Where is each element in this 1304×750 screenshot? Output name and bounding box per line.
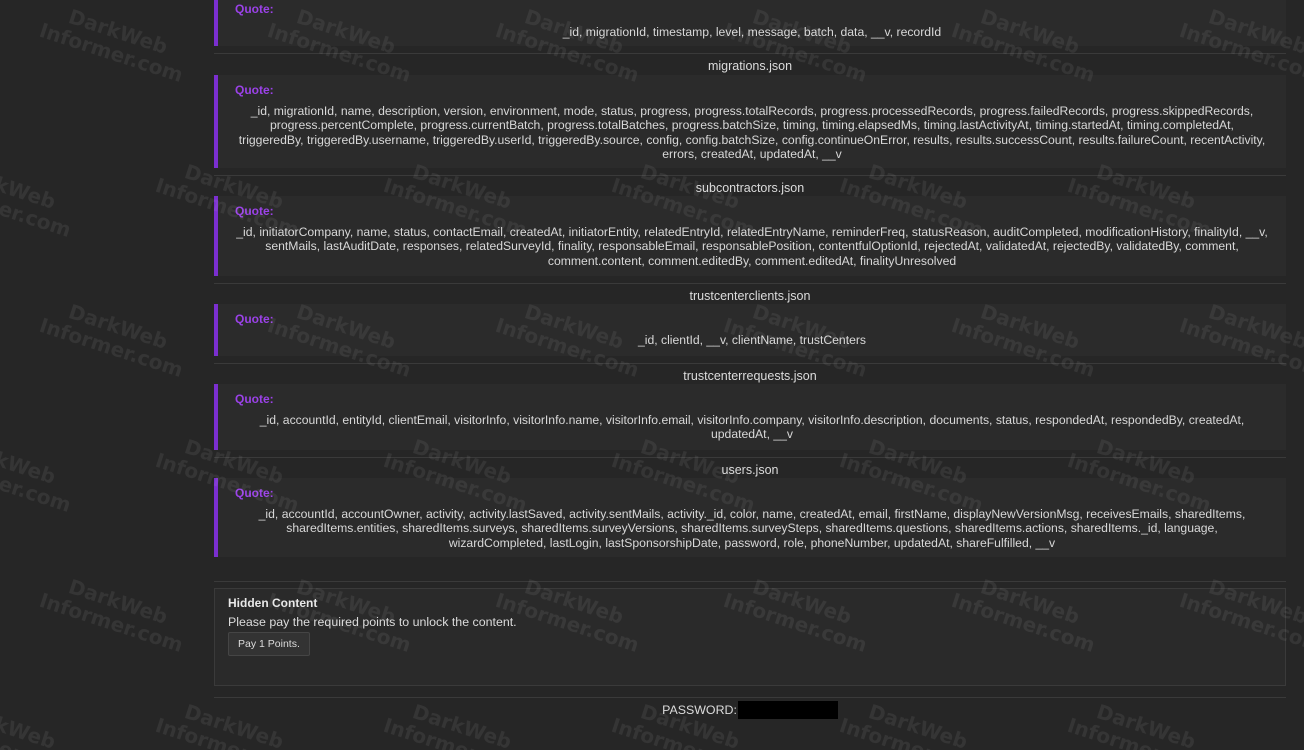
password-redacted bbox=[737, 700, 838, 719]
divider bbox=[214, 581, 1286, 582]
filename-label: users.json bbox=[721, 463, 779, 477]
quote-text: _id, initiatorCompany, name, status, con… bbox=[236, 225, 1268, 268]
quote-block: Quote: _id, migrationId, timestamp, leve… bbox=[214, 0, 1286, 46]
watermark-text: DarkWebInformer.com bbox=[36, 299, 187, 382]
watermark-text: DarkWebInformer.com bbox=[36, 4, 187, 87]
watermark-text: DarkWebInformer.com bbox=[36, 574, 187, 657]
watermark-text: DarkWebInformer.com bbox=[0, 159, 75, 242]
password-label: PASSWORD: bbox=[662, 703, 737, 717]
filename-label: subcontractors.json bbox=[695, 181, 805, 195]
filename-label: trustcenterclients.json bbox=[689, 289, 811, 303]
divider bbox=[214, 363, 1286, 364]
quote-label: Quote: bbox=[235, 486, 274, 500]
divider bbox=[214, 175, 1286, 176]
quote-block: Quote: _id, accountId, entityId, clientE… bbox=[214, 384, 1286, 450]
hidden-content-message: Please pay the required points to unlock… bbox=[228, 615, 517, 629]
watermark-text: DarkWebInformer.com bbox=[0, 699, 75, 750]
divider bbox=[214, 283, 1286, 284]
divider bbox=[214, 457, 1286, 458]
quote-text: _id, migrationId, timestamp, level, mess… bbox=[562, 25, 942, 39]
quote-label: Quote: bbox=[235, 392, 274, 406]
filename-label: trustcenterrequests.json bbox=[683, 369, 817, 383]
quote-block: Quote: _id, migrationId, name, descripti… bbox=[214, 75, 1286, 168]
quote-label: Quote: bbox=[235, 2, 274, 16]
quote-block: Quote: _id, clientId, __v, clientName, t… bbox=[214, 304, 1286, 356]
quote-text: _id, accountId, entityId, clientEmail, v… bbox=[259, 413, 1245, 442]
quote-text: _id, clientId, __v, clientName, trustCen… bbox=[637, 333, 867, 347]
quote-label: Quote: bbox=[235, 312, 274, 326]
quote-label: Quote: bbox=[235, 83, 274, 97]
quote-text: _id, accountId, accountOwner, activity, … bbox=[258, 507, 1246, 550]
pay-points-button[interactable]: Pay 1 Points. bbox=[228, 632, 310, 656]
hidden-content-box: Hidden Content Please pay the required p… bbox=[214, 588, 1286, 686]
hidden-content-title: Hidden Content bbox=[228, 596, 318, 610]
watermark-text: DarkWebInformer.com bbox=[0, 434, 75, 517]
password-row: PASSWORD: bbox=[214, 700, 1286, 720]
page: Quote: _id, migrationId, timestamp, leve… bbox=[0, 0, 1304, 750]
quote-block: Quote: _id, accountId, accountOwner, act… bbox=[214, 478, 1286, 557]
filename-label: migrations.json bbox=[707, 59, 793, 73]
quote-block: Quote: _id, initiatorCompany, name, stat… bbox=[214, 196, 1286, 276]
quote-text: _id, migrationId, name, description, ver… bbox=[238, 104, 1266, 162]
divider bbox=[214, 697, 1286, 698]
divider bbox=[214, 53, 1286, 54]
quote-label: Quote: bbox=[235, 204, 274, 218]
